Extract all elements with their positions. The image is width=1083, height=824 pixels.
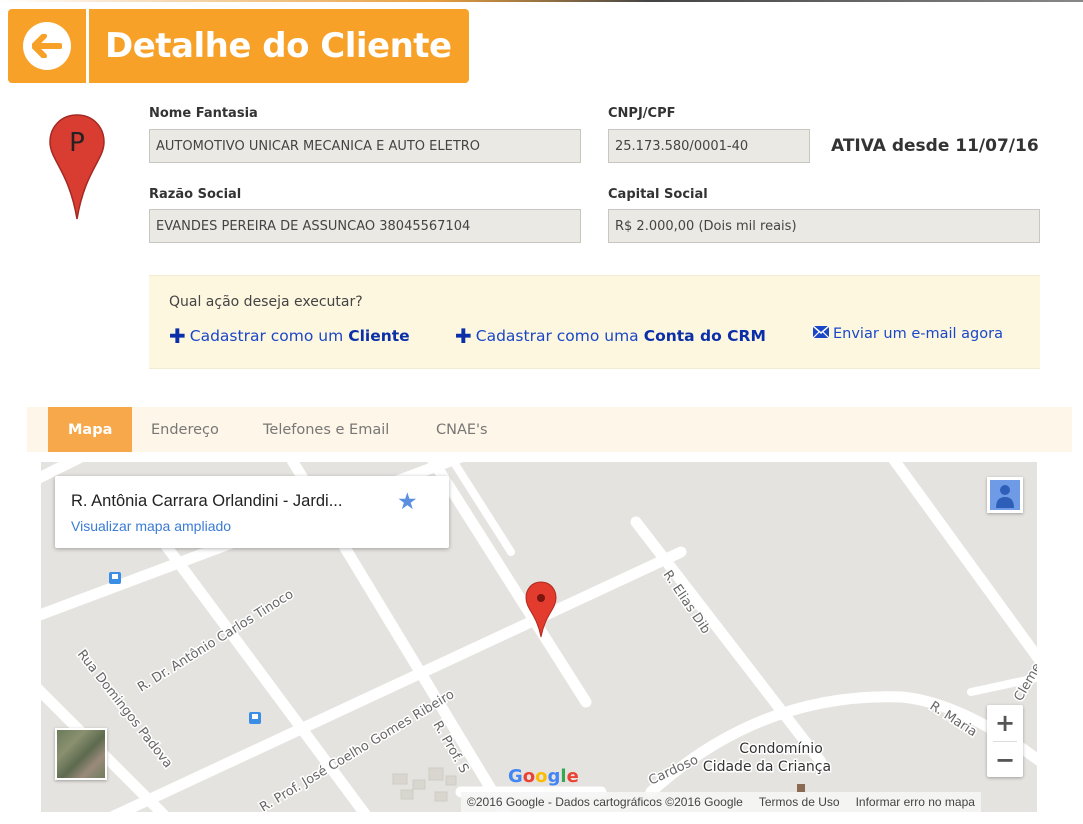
status-text: ATIVA desde 11/07/16 — [831, 136, 1039, 156]
plus-icon: ✚ — [169, 324, 186, 348]
place-title: R. Antônia Carrara Orlandini - Jardi... — [71, 492, 343, 510]
place-info-card: R. Antônia Carrara Orlandini - Jardi... … — [55, 476, 449, 548]
map-marker-icon — [525, 581, 557, 638]
register-crm-prefix: Cadastrar como uma — [475, 327, 639, 345]
razao-social-label: Razão Social — [149, 187, 242, 202]
register-crm-bold: Conta do CRM — [643, 327, 766, 345]
street-label: Cardoso — [646, 753, 700, 789]
report-error-link[interactable]: Informar erro no mapa — [856, 795, 975, 809]
register-client-prefix: Cadastrar como um — [189, 327, 344, 345]
tab-telefones-email[interactable]: Telefones e Email — [263, 407, 389, 452]
zoom-in-button[interactable]: + — [987, 705, 1023, 741]
send-email-label: Enviar um e-mail agora — [833, 326, 1003, 342]
map-view[interactable]: R. Dr. Antônio Carlos Tinoco Rua Domingo… — [41, 462, 1037, 812]
tab-endereco[interactable]: Endereço — [151, 407, 219, 452]
bus-stop-icon — [109, 572, 121, 584]
tab-cnaes[interactable]: CNAE's — [436, 407, 488, 452]
back-button[interactable] — [8, 9, 86, 83]
nome-fantasia-label: Nome Fantasia — [149, 106, 258, 121]
bus-stop-icon — [249, 712, 261, 724]
star-icon[interactable]: ★ — [397, 488, 418, 515]
street-label: R. Dr. Antônio Carlos Tinoco — [135, 587, 296, 695]
register-client-link[interactable]: ✚ Cadastrar como um Cliente — [169, 326, 410, 346]
poi-label-line2: Cidade da Criança — [703, 759, 831, 775]
send-email-link[interactable]: Enviar um e-mail agora — [812, 325, 1003, 342]
tab-bar: Mapa Endereço Telefones e Email CNAE's — [27, 407, 1072, 452]
street-view-pegman-icon[interactable] — [987, 477, 1023, 513]
satellite-toggle-thumbnail[interactable] — [55, 728, 107, 780]
back-arrow-icon — [23, 22, 71, 70]
google-logo: Google — [508, 766, 579, 787]
poi-marker — [797, 784, 805, 792]
map-footer: ©2016 Google - Dados cartográficos ©2016… — [461, 792, 981, 812]
razao-social-field[interactable]: EVANDES PEREIRA DE ASSUNCAO 38045567104 — [149, 209, 581, 243]
capital-social-label: Capital Social — [608, 187, 708, 202]
view-larger-map-link[interactable]: Visualizar mapa ampliado — [71, 518, 231, 534]
poi-label-line1: Condomínio — [739, 741, 823, 757]
page-title: Detalhe do Cliente — [105, 26, 452, 66]
action-question: Qual ação deseja executar? — [169, 294, 363, 310]
cnpj-field[interactable]: 25.173.580/0001-40 — [608, 129, 810, 163]
zoom-out-button[interactable]: − — [987, 742, 1023, 778]
cnpj-label: CNPJ/CPF — [608, 106, 676, 121]
register-crm-link[interactable]: ✚ Cadastrar como uma Conta do CRM — [455, 326, 766, 346]
zoom-control: + − — [987, 705, 1023, 777]
street-label: R. Elias Dib — [660, 568, 713, 637]
nome-fantasia-field[interactable]: AUTOMOTIVO UNICAR MECANICA E AUTO ELETRO — [149, 129, 581, 163]
location-pin-icon: P — [47, 113, 107, 228]
tab-mapa[interactable]: Mapa — [48, 407, 133, 452]
envelope-icon — [812, 325, 830, 342]
top-border-line — [0, 0, 1083, 2]
page-header: Detalhe do Cliente — [8, 9, 469, 83]
plus-icon: ✚ — [455, 324, 472, 348]
pin-letter: P — [69, 128, 85, 158]
map-copyright: ©2016 Google - Dados cartográficos ©2016… — [467, 795, 743, 809]
register-client-bold: Cliente — [348, 327, 410, 345]
action-panel: Qual ação deseja executar? ✚ Cadastrar c… — [149, 275, 1040, 369]
capital-social-field[interactable]: R$ 2.000,00 (Dois mil reais) — [608, 209, 1040, 243]
terms-link[interactable]: Termos de Uso — [759, 795, 840, 809]
